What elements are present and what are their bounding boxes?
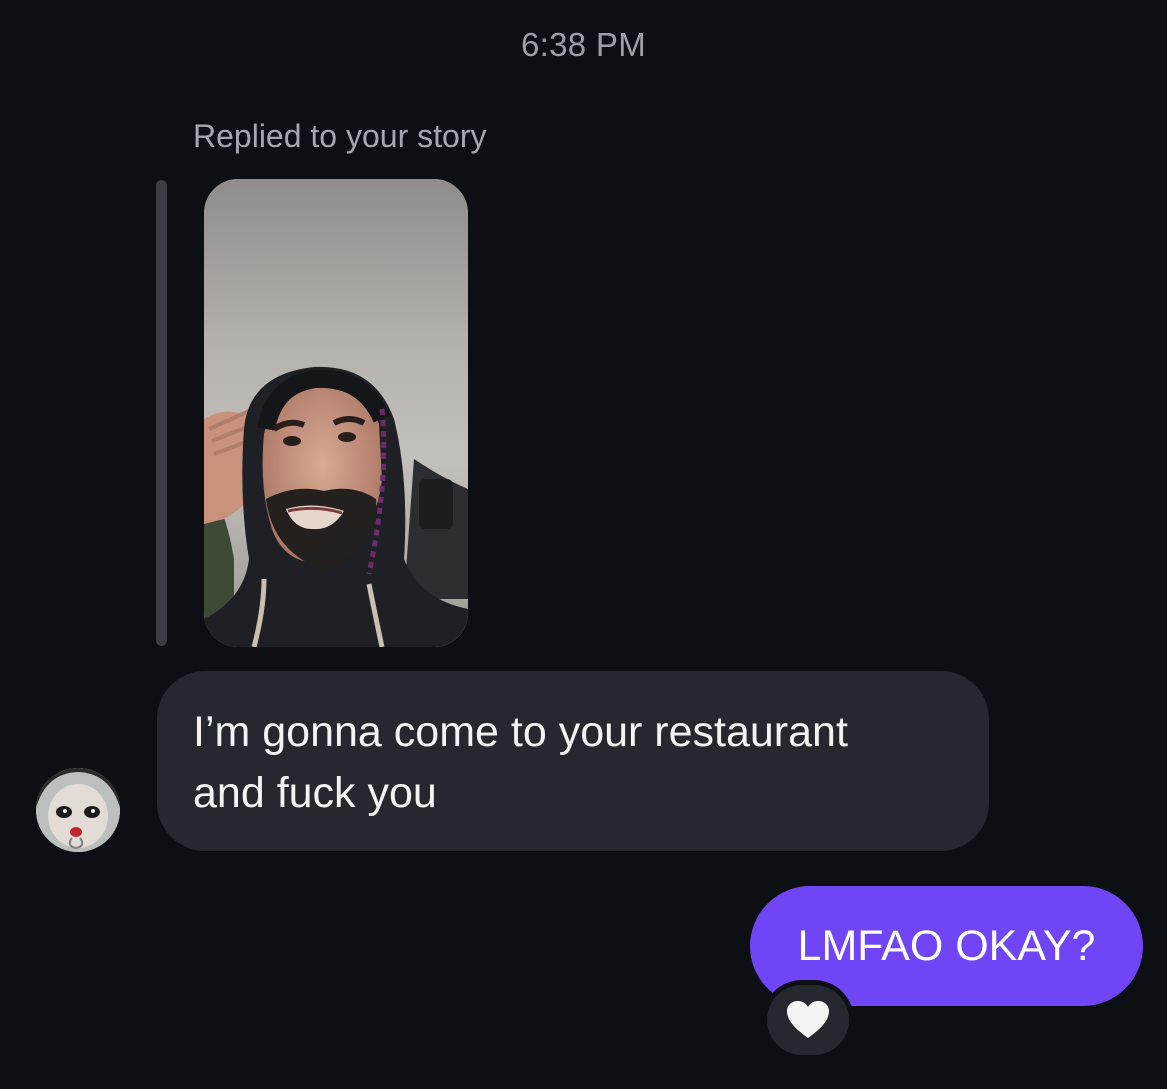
incoming-message-bubble[interactable]: I’m gonna come to your restaurant and fu… — [157, 671, 989, 851]
chat-screen: 6:38 PM Replied to your story I’m gonna … — [0, 0, 1167, 1089]
message-reaction[interactable] — [762, 980, 854, 1060]
message-timestamp: 6:38 PM — [521, 26, 646, 63]
outgoing-message-text: LMFAO OKAY? — [797, 922, 1096, 970]
reply-quote-bar — [156, 180, 167, 646]
incoming-message-line-2: and fuck you — [193, 769, 437, 817]
story-reply-label: Replied to your story — [193, 118, 487, 154]
avatar-image — [36, 768, 120, 852]
white-heart-icon — [787, 1001, 829, 1038]
story-image — [204, 179, 468, 647]
story-thumbnail[interactable] — [204, 179, 468, 647]
sender-avatar[interactable] — [36, 768, 120, 852]
incoming-message-line-1: I’m gonna come to your restaurant — [193, 708, 848, 756]
